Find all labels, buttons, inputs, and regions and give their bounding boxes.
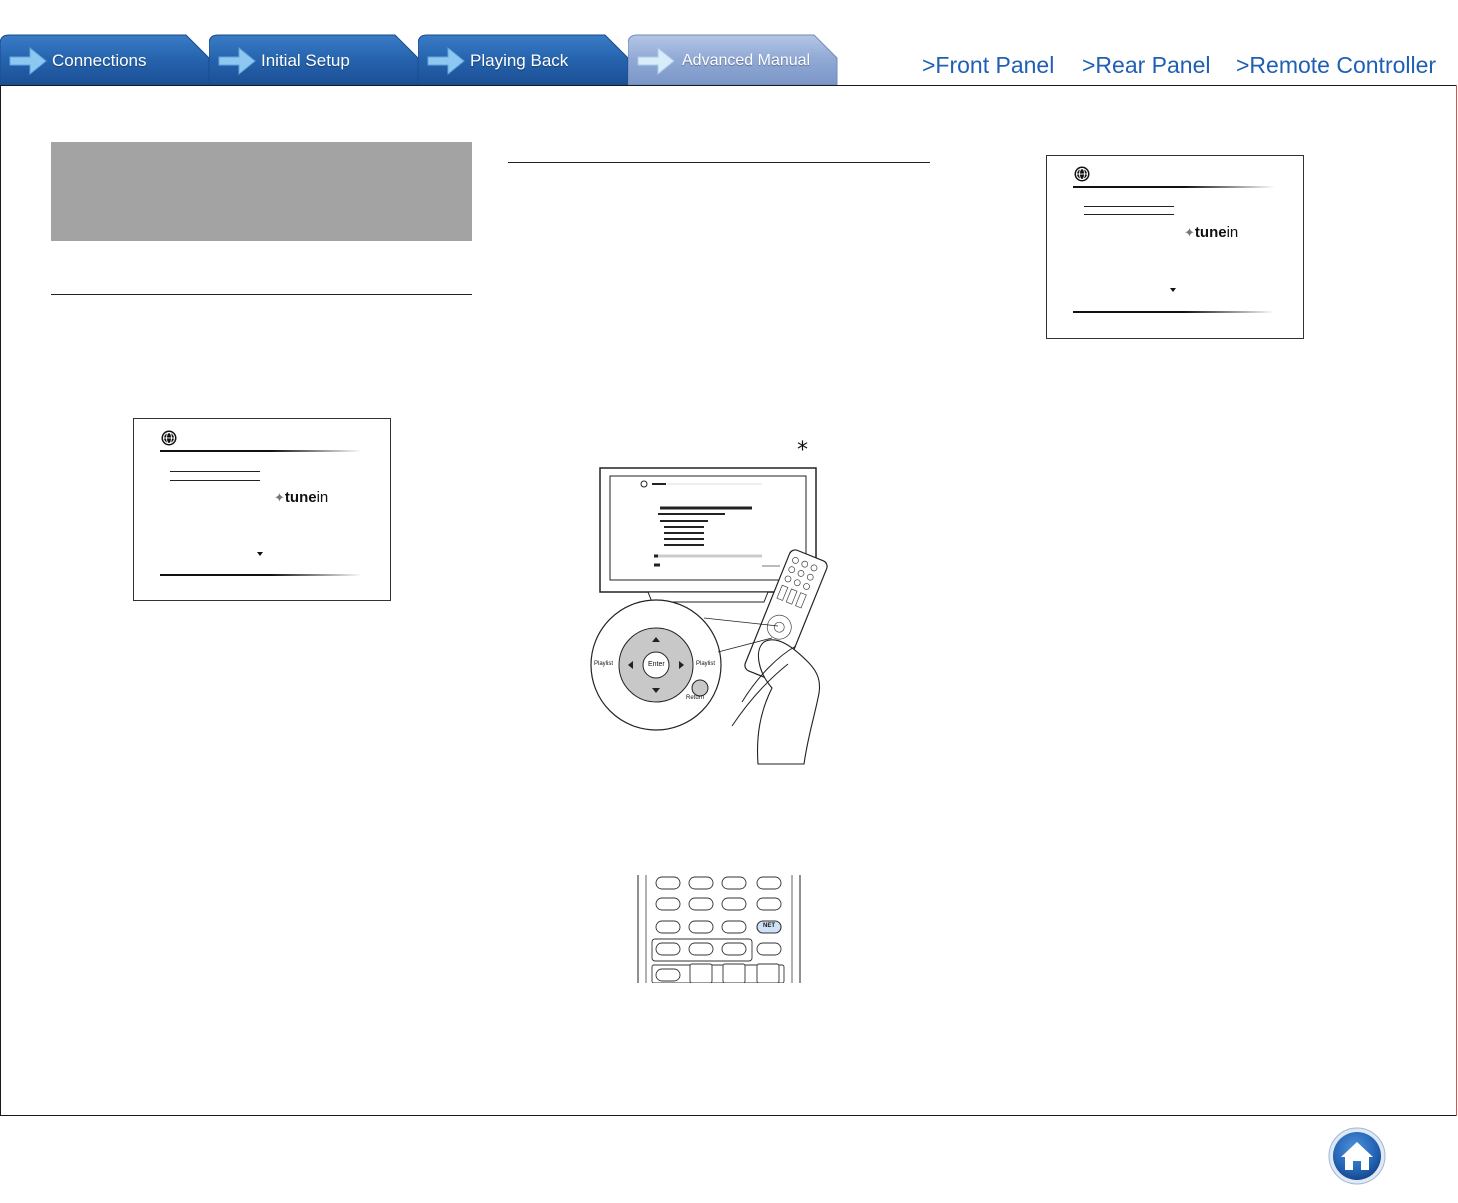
- header-divider: [1073, 186, 1275, 188]
- tab-connections[interactable]: Connections: [0, 34, 210, 85]
- arrow-right-icon: [9, 46, 47, 76]
- logo-bold-text: tune: [1194, 224, 1227, 241]
- net-button-label: NET: [763, 923, 775, 929]
- arrow-right-icon: [637, 46, 675, 76]
- tab-label: Initial Setup: [261, 51, 350, 70]
- menu-item-line: [170, 480, 260, 481]
- tab-advanced-manual[interactable]: Advanced Manual: [628, 34, 838, 85]
- remote-controller-link[interactable]: >Remote Controller: [1236, 52, 1436, 79]
- footnote-mark: *: [797, 438, 808, 463]
- front-panel-link[interactable]: >Front Panel: [922, 52, 1054, 79]
- footer-divider: [160, 574, 362, 576]
- logo-light-text: in: [316, 489, 329, 506]
- footer-divider: [1073, 311, 1275, 313]
- menu-item-line: [1084, 214, 1174, 215]
- header-divider: [160, 450, 362, 452]
- globe-icon: [1074, 166, 1090, 182]
- logo-bold-text: tune: [284, 489, 317, 506]
- rear-panel-link[interactable]: >Rear Panel: [1082, 52, 1211, 79]
- logo-light-text: in: [1226, 224, 1239, 241]
- remote-keypad-illustration: [637, 875, 801, 983]
- onscreen-menu-display: ✦tunein: [133, 418, 391, 601]
- globe-icon: [161, 430, 177, 446]
- tab-initial-setup[interactable]: Initial Setup: [209, 34, 419, 85]
- section-heading-box: [51, 142, 472, 241]
- scroll-down-indicator: [257, 552, 263, 556]
- onscreen-menu-display: ✦tunein: [1046, 155, 1304, 339]
- page-frame-right-edge: [1456, 85, 1457, 1116]
- enter-button-label: Enter: [648, 661, 665, 668]
- scroll-down-indicator: [1170, 288, 1176, 292]
- tunein-logo: ✦tunein: [1184, 224, 1239, 241]
- menu-item-line: [170, 471, 260, 472]
- tab-label: Playing Back: [470, 51, 569, 70]
- section-divider: [51, 294, 472, 295]
- return-button-label: Return: [686, 695, 705, 701]
- home-button[interactable]: [1327, 1126, 1387, 1186]
- tunein-logo: ✦tunein: [274, 489, 329, 506]
- tab-label: Advanced Manual: [682, 52, 811, 69]
- section-divider: [508, 162, 930, 163]
- playlist-right-label: Playlist: [696, 661, 716, 667]
- tab-playing-back[interactable]: Playing Back: [418, 34, 629, 85]
- tv-remote-illustration: [590, 467, 828, 765]
- tab-label: Connections: [52, 51, 147, 70]
- playlist-left-label: Playlist: [594, 661, 614, 667]
- menu-item-line: [1084, 206, 1174, 207]
- arrow-right-icon: [427, 46, 465, 76]
- arrow-right-icon: [218, 46, 256, 76]
